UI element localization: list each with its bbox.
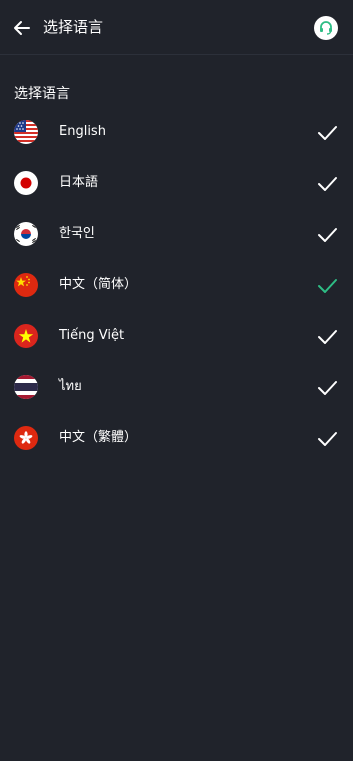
language-item-chinese-traditional[interactable]: 中文（繁體）	[0, 413, 353, 464]
header-bar: 选择语言	[0, 0, 353, 55]
hk-flag-icon	[14, 426, 38, 450]
check-icon	[318, 432, 337, 446]
section-title: 选择语言	[14, 86, 70, 102]
us-flag-icon	[14, 120, 38, 144]
kr-flag-icon	[14, 222, 38, 246]
language-label: Tiếng Việt	[59, 328, 125, 343]
page-title: 选择语言	[43, 18, 104, 36]
language-label: ไทย	[59, 379, 82, 394]
language-item-korean[interactable]: 한국인	[0, 209, 353, 260]
check-icon	[318, 126, 337, 140]
language-item-vietnamese[interactable]: Tiếng Việt	[0, 311, 353, 362]
language-item-chinese-simplified[interactable]: 中文（简体）	[0, 260, 353, 311]
th-flag-icon	[14, 375, 38, 399]
language-label: 中文（繁體）	[59, 430, 138, 445]
check-icon	[318, 228, 337, 242]
check-icon	[318, 381, 337, 395]
arrow-left-icon[interactable]	[12, 18, 32, 38]
vn-flag-icon	[14, 324, 38, 348]
language-label: 日本語	[59, 175, 99, 190]
check-icon	[318, 177, 337, 191]
headset-support-icon[interactable]	[314, 16, 338, 40]
cn-flag-icon	[14, 273, 38, 297]
jp-flag-icon	[14, 171, 38, 195]
language-label: 中文（简体）	[59, 277, 138, 292]
check-icon-selected	[318, 279, 337, 293]
check-icon	[318, 330, 337, 344]
language-item-thai[interactable]: ไทย	[0, 362, 353, 413]
language-label: 한국인	[59, 226, 95, 241]
language-label: English	[59, 124, 106, 139]
language-item-japanese[interactable]: 日本語	[0, 158, 353, 209]
language-item-english[interactable]: English	[0, 107, 353, 158]
language-list: English 日本語 한국인 中文（简体） Tiếng Việt ไทย 中文…	[0, 107, 353, 464]
